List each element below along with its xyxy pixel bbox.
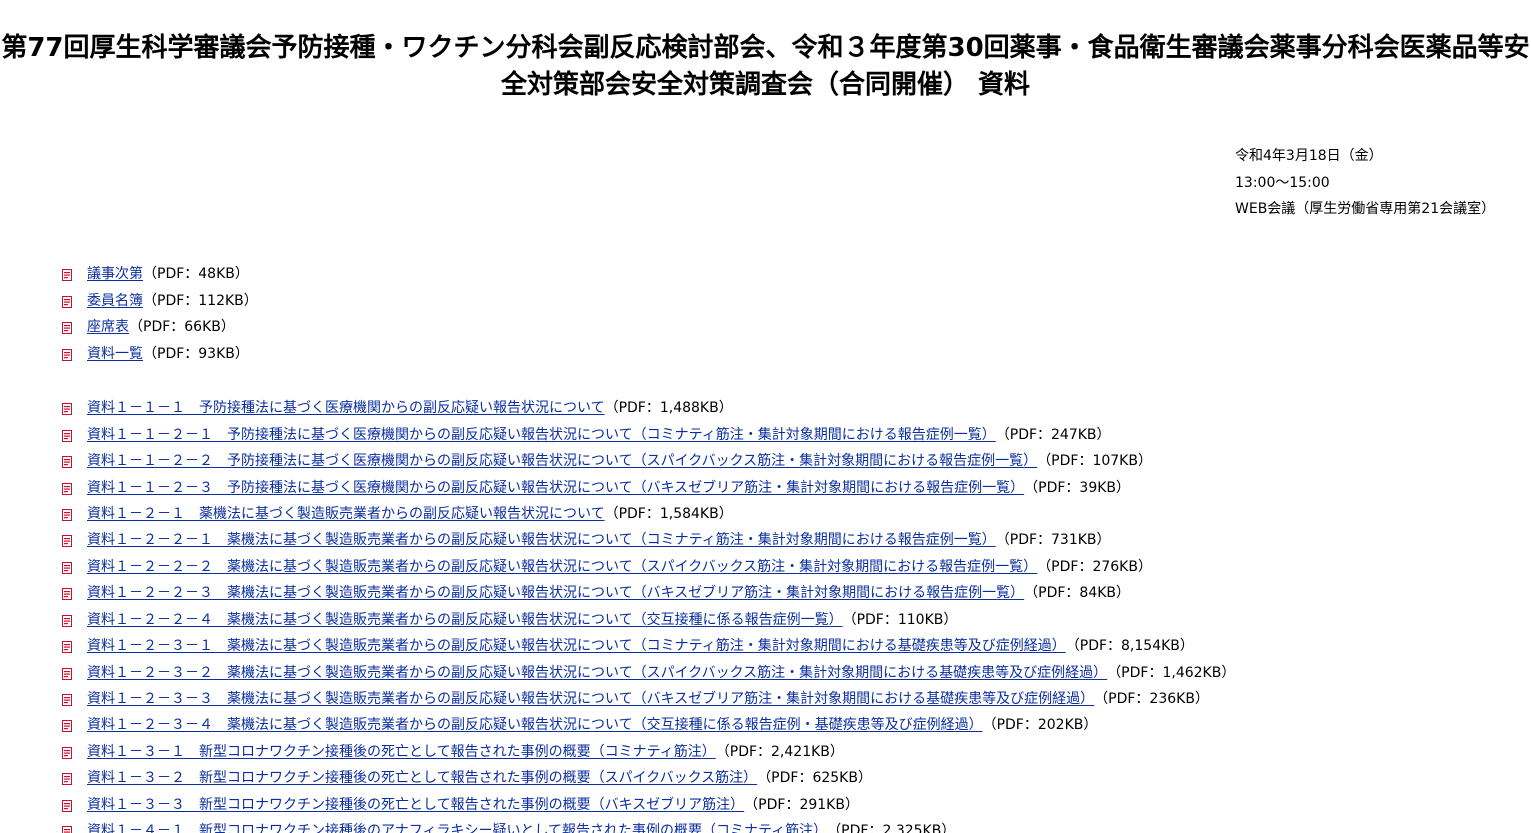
document-size: （PDF：247KB）	[995, 426, 1111, 443]
pdf-icon	[62, 482, 73, 495]
pdf-icon	[62, 295, 73, 308]
pdf-icon	[62, 348, 73, 361]
document-size: （PDF：202KB）	[982, 717, 1098, 734]
document-size: （PDF：1,584KB）	[604, 505, 733, 522]
document-link[interactable]: 委員名簿	[87, 290, 143, 310]
pdf-icon	[62, 746, 73, 759]
document-size: （PDF：1,462KB）	[1107, 664, 1236, 681]
pdf-icon	[62, 403, 73, 416]
document-item: 資料１－２－１ 薬機法に基づく製造販売業者からの副反応疑い報告状況について （P…	[62, 500, 1235, 526]
pdf-icon	[62, 614, 73, 627]
document-link[interactable]: 座席表	[87, 316, 129, 336]
document-item: 資料一覧 （PDF：93KB）	[62, 339, 258, 365]
document-item: 資料１－２－３－１ 薬機法に基づく製造販売業者からの副反応疑い報告状況について（…	[62, 632, 1235, 658]
document-item: 資料１－２－３－４ 薬機法に基づく製造販売業者からの副反応疑い報告状況について（…	[62, 711, 1235, 737]
document-list-materials: 資料１－１－１ 予防接種法に基づく医療機関からの副反応疑い報告状況について （P…	[62, 394, 1235, 833]
document-item: 議事次第 （PDF：48KB）	[62, 260, 258, 286]
pdf-icon	[62, 508, 73, 521]
document-size: （PDF：276KB）	[1037, 558, 1152, 575]
pdf-icon	[62, 694, 73, 707]
document-size: （PDF：236KB）	[1094, 691, 1209, 708]
document-item: 資料１－４－１ 新型コロナワクチン接種後のアナフィラキシー疑いとして報告された事…	[62, 817, 1235, 833]
meeting-venue: WEB会議（厚生労働省専用第21会議室）	[1235, 201, 1496, 217]
document-size: （PDF：625KB）	[757, 770, 872, 787]
document-item: 資料１－３－２ 新型コロナワクチン接種後の死亡として報告された事例の概要（スパイ…	[62, 764, 1235, 790]
meeting-time: 13:00〜15:00	[1235, 174, 1330, 191]
meeting-date: 令和4年3月18日（金）	[1235, 148, 1383, 164]
pdf-icon	[62, 429, 73, 442]
document-link[interactable]: 資料１－３－１ 新型コロナワクチン接種後の死亡として報告された事例の概要（コミナ…	[87, 741, 716, 761]
document-item: 資料１－２－２－２ 薬機法に基づく製造販売業者からの副反応疑い報告状況について（…	[62, 553, 1235, 579]
pdf-icon	[62, 588, 73, 601]
document-size: （PDF：39KB）	[1024, 479, 1131, 496]
document-size: （PDF：48KB）	[143, 266, 249, 283]
document-size: （PDF：731KB）	[995, 532, 1111, 549]
document-item: 資料１－３－１ 新型コロナワクチン接種後の死亡として報告された事例の概要（コミナ…	[62, 738, 1235, 764]
pdf-icon	[62, 773, 73, 786]
document-size: （PDF：2,325KB）	[827, 823, 956, 833]
document-item: 委員名簿 （PDF：112KB）	[62, 286, 258, 312]
document-link[interactable]: 議事次第	[87, 263, 143, 283]
document-link[interactable]: 資料一覧	[87, 343, 143, 363]
document-link[interactable]: 資料１－３－２ 新型コロナワクチン接種後の死亡として報告された事例の概要（スパイ…	[87, 767, 757, 787]
document-link[interactable]: 資料１－１－２－３ 予防接種法に基づく医療機関からの副反応疑い報告状況について（…	[87, 477, 1024, 497]
document-link[interactable]: 資料１－２－２－２ 薬機法に基づく製造販売業者からの副反応疑い報告状況について（…	[87, 556, 1037, 576]
page-title: 第77回厚生科学審議会予防接種・ワクチン分科会副反応検討部会、令和３年度第30回…	[1, 33, 1530, 100]
document-size: （PDF：107KB）	[1037, 453, 1152, 470]
document-size: （PDF：8,154KB）	[1065, 638, 1194, 655]
pdf-icon	[62, 456, 73, 469]
page: 第77回厚生科学審議会予防接種・ワクチン分科会副反応検討部会、令和３年度第30回…	[0, 0, 1531, 833]
document-item: 資料１－２－２－１ 薬機法に基づく製造販売業者からの副反応疑い報告状況について（…	[62, 526, 1235, 552]
document-link[interactable]: 資料１－３－３ 新型コロナワクチン接種後の死亡として報告された事例の概要（バキス…	[87, 794, 744, 814]
document-item: 資料１－２－２－３ 薬機法に基づく製造販売業者からの副反応疑い報告状況について（…	[62, 579, 1235, 605]
document-link[interactable]: 資料１－４－１ 新型コロナワクチン接種後のアナフィラキシー疑いとして報告された事…	[87, 820, 827, 833]
document-link[interactable]: 資料１－２－２－３ 薬機法に基づく製造販売業者からの副反応疑い報告状況について（…	[87, 582, 1024, 602]
document-size: （PDF：93KB）	[143, 345, 249, 362]
pdf-icon	[62, 322, 73, 335]
document-link[interactable]: 資料１－２－１ 薬機法に基づく製造販売業者からの副反応疑い報告状況について	[87, 503, 605, 523]
document-link[interactable]: 資料１－２－３－２ 薬機法に基づく製造販売業者からの副反応疑い報告状況について（…	[87, 662, 1107, 682]
document-link[interactable]: 資料１－２－３－３ 薬機法に基づく製造販売業者からの副反応疑い報告状況について（…	[87, 688, 1094, 708]
document-link[interactable]: 資料１－２－２－１ 薬機法に基づく製造販売業者からの副反応疑い報告状況について（…	[87, 529, 996, 549]
document-size: （PDF：112KB）	[143, 292, 258, 309]
pdf-icon	[62, 720, 73, 733]
pdf-icon	[62, 641, 73, 654]
document-link[interactable]: 資料１－１－２－２ 予防接種法に基づく医療機関からの副反応疑い報告状況について（…	[87, 450, 1037, 470]
document-link[interactable]: 資料１－２－３－１ 薬機法に基づく製造販売業者からの副反応疑い報告状況について（…	[87, 635, 1066, 655]
pdf-icon	[62, 799, 73, 812]
document-link[interactable]: 資料１－２－２－４ 薬機法に基づく製造販売業者からの副反応疑い報告状況について（…	[87, 609, 843, 629]
document-item: 資料１－３－３ 新型コロナワクチン接種後の死亡として報告された事例の概要（バキス…	[62, 791, 1235, 817]
document-size: （PDF：110KB）	[842, 611, 958, 628]
pdf-icon	[62, 535, 73, 548]
document-size: （PDF：291KB）	[744, 796, 859, 813]
document-link[interactable]: 資料１－１－２－１ 予防接種法に基づく医療機関からの副反応疑い報告状況について（…	[87, 424, 996, 444]
pdf-icon	[62, 269, 73, 282]
pdf-icon	[62, 667, 73, 680]
document-size: （PDF：66KB）	[129, 319, 235, 336]
document-size: （PDF：84KB）	[1024, 585, 1131, 602]
meeting-info: 令和4年3月18日（金） 13:00〜15:00 WEB会議（厚生労働省専用第2…	[1235, 143, 1495, 223]
pdf-icon	[62, 826, 73, 833]
document-list-basic: 議事次第 （PDF：48KB） 委員名簿 （PDF：112KB） 座席表 （PD…	[62, 260, 258, 366]
document-item: 資料１－２－３－３ 薬機法に基づく製造販売業者からの副反応疑い報告状況について（…	[62, 685, 1235, 711]
document-link[interactable]: 資料１－１－１ 予防接種法に基づく医療機関からの副反応疑い報告状況について	[87, 397, 605, 417]
document-item: 資料１－１－２－２ 予防接種法に基づく医療機関からの副反応疑い報告状況について（…	[62, 447, 1235, 473]
document-item: 資料１－１－１ 予防接種法に基づく医療機関からの副反応疑い報告状況について （P…	[62, 394, 1235, 420]
document-item: 資料１－１－２－３ 予防接種法に基づく医療機関からの副反応疑い報告状況について（…	[62, 473, 1235, 499]
document-item: 座席表 （PDF：66KB）	[62, 313, 258, 339]
document-link[interactable]: 資料１－２－３－４ 薬機法に基づく製造販売業者からの副反応疑い報告状況について（…	[87, 714, 983, 734]
document-size: （PDF：2,421KB）	[715, 743, 844, 760]
document-item: 資料１－２－３－２ 薬機法に基づく製造販売業者からの副反応疑い報告状況について（…	[62, 658, 1235, 684]
document-size: （PDF：1,488KB）	[604, 400, 733, 417]
pdf-icon	[62, 561, 73, 574]
document-item: 資料１－２－２－４ 薬機法に基づく製造販売業者からの副反応疑い報告状況について（…	[62, 606, 1235, 632]
document-item: 資料１－１－２－１ 予防接種法に基づく医療機関からの副反応疑い報告状況について（…	[62, 420, 1235, 446]
